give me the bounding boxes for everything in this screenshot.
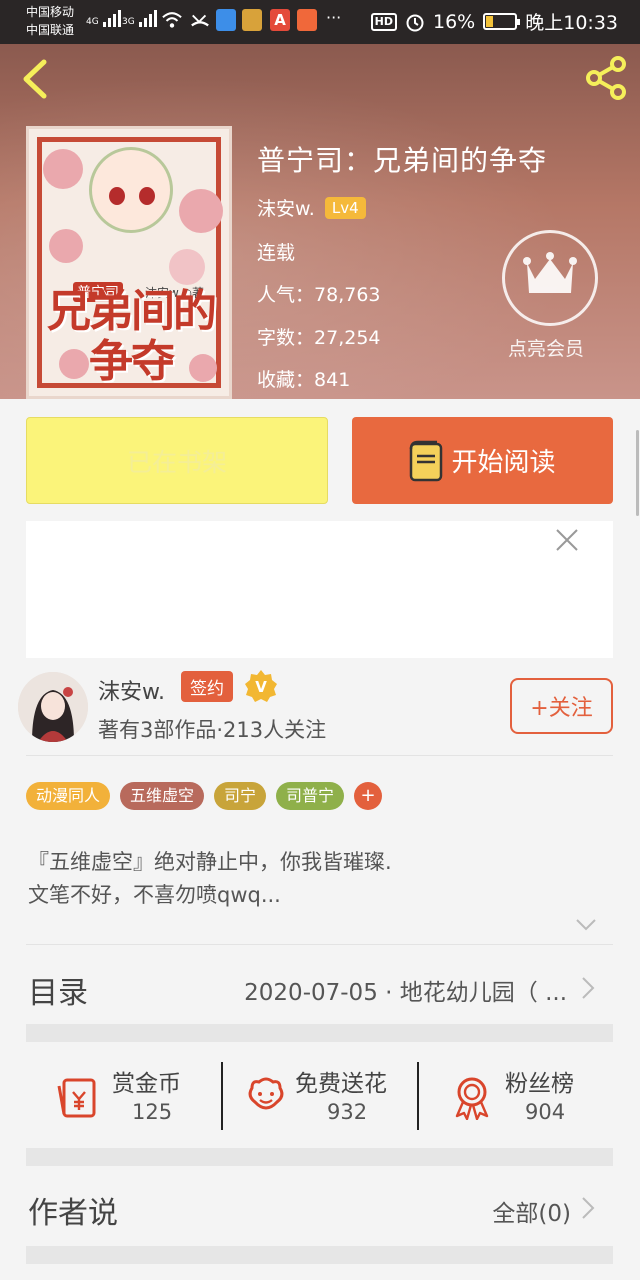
words-label: 字数： [257, 327, 315, 349]
fan-ranking[interactable]: 粉丝榜 904 [419, 1042, 613, 1148]
crown-icon [523, 252, 577, 293]
catalog-row[interactable]: 目录 2020-07-05 · 地花幼儿园（ ... [26, 946, 613, 1026]
section-separator [26, 1024, 613, 1042]
fans-label: 粉丝榜 [505, 1071, 574, 1097]
missed-call-icon [191, 14, 209, 27]
author-says-all: 全部(0) [492, 1201, 571, 1227]
a-app-notification-icon: A [270, 9, 290, 31]
battery-percent: 16% [433, 10, 476, 33]
level-badge: Lv4 [324, 196, 366, 219]
reward-coins[interactable]: 赏金币 125 [26, 1042, 222, 1148]
author-says-row[interactable]: 作者说 全部(0) [26, 1166, 613, 1246]
hd-icon: HD [370, 12, 397, 31]
tag-list: 动漫同人 五维虚空 司宁 司普宁 + [26, 782, 383, 810]
book-intro[interactable]: 『五维虚空』绝对静止中，你我皆璀璨. 文笔不好，不喜勿喷qwq... [28, 846, 392, 912]
book-cover[interactable]: 普宁司 沫安w.◎著 兄弟间的争夺 [26, 126, 232, 399]
popularity-value: 78,763 [314, 284, 381, 306]
favorites: 收藏：841 [257, 365, 350, 392]
author-name[interactable]: 沫安w. [98, 674, 165, 706]
start-reading-label: 开始阅读 [451, 448, 556, 478]
grid-app-notification-icon [297, 9, 317, 31]
flower-label: 免费送花 [295, 1071, 387, 1097]
close-icon[interactable] [554, 527, 580, 553]
author-stats: 著有3部作品·213人关注 [98, 718, 327, 742]
catalog-label: 目录 [28, 976, 88, 1011]
free-flowers[interactable]: 免费送花 932 [223, 1042, 417, 1148]
divider [26, 755, 613, 756]
flower-icon [248, 1077, 284, 1110]
favorites-label: 收藏： [257, 369, 315, 391]
tag-2[interactable]: 司宁 [214, 782, 267, 810]
carrier-labels: 中国移动 中国联通 [26, 3, 74, 39]
reward-value: 125 [132, 1100, 173, 1124]
status-bar: 中国移动 中国联通 4G 3G A ··· HD 16% 晚上10:33 [0, 0, 640, 44]
author-says-label: 作者说 [28, 1196, 118, 1231]
chevron-right-icon [582, 1197, 595, 1219]
verified-badge-letter: V [255, 678, 267, 696]
book-header: 普宁司 沫安w.◎著 兄弟间的争夺 普宁司：兄弟间的争夺 沫安w. Lv4 连载… [0, 44, 640, 399]
popularity-label: 人气： [257, 284, 315, 306]
book-status: 连载 [257, 242, 296, 264]
signal-4g-icon: 4G [86, 10, 121, 27]
net-1-label: 4G [86, 17, 99, 27]
flower-value: 932 [327, 1100, 368, 1124]
author-card: 沫安w. 签约 V 著有3部作品·213人关注 +关注 [0, 660, 640, 756]
reward-label: 赏金币 [112, 1071, 181, 1097]
words-value: 27,254 [314, 327, 381, 349]
book-author[interactable]: 沫安w. [257, 194, 315, 221]
vip-label[interactable]: 点亮会员 [508, 334, 584, 361]
chevron-down-icon[interactable] [575, 918, 597, 932]
scrollbar[interactable] [636, 430, 639, 516]
signal-3g-icon: 3G [122, 10, 157, 27]
app-notification-icon [216, 9, 236, 31]
red-envelope-icon [57, 1078, 96, 1118]
cover-title: 兄弟间的争夺 [47, 286, 217, 387]
verified-badge-icon: V [243, 668, 279, 704]
chevron-right-icon [582, 977, 595, 999]
carrier-2: 中国联通 [26, 23, 75, 37]
fans-value: 904 [525, 1100, 566, 1124]
battery-icon [483, 13, 521, 30]
tag-1[interactable]: 五维虚空 [120, 782, 205, 810]
tag-0[interactable]: 动漫同人 [26, 782, 111, 810]
net-2-label: 3G [122, 17, 135, 27]
vip-button[interactable] [502, 230, 598, 326]
latest-chapter: 2020-07-05 · 地花幼儿园（ ... [244, 980, 567, 1006]
favorites-value: 841 [314, 369, 351, 391]
book-title: 普宁司：兄弟间的争夺 [257, 144, 548, 177]
wifi-icon [162, 12, 182, 28]
in-shelf-button[interactable]: 已在书架 [26, 417, 328, 504]
avatar[interactable] [18, 672, 88, 742]
signed-badge: 签约 [181, 671, 233, 702]
tag-3[interactable]: 司普宁 [276, 782, 345, 810]
follow-button[interactable]: +关注 [510, 678, 613, 734]
word-count: 字数：27,254 [257, 323, 381, 350]
medal-icon [455, 1077, 489, 1120]
back-icon[interactable] [18, 58, 52, 100]
divider [26, 944, 613, 945]
clock: 晚上10:33 [525, 12, 618, 34]
book-icon [410, 440, 443, 481]
popularity: 人气：78,763 [257, 280, 381, 307]
add-tag-button[interactable]: + [354, 782, 383, 810]
section-separator [26, 1246, 613, 1264]
start-reading-button[interactable]: 开始阅读 [352, 417, 613, 504]
intro-line-1: 『五维虚空』绝对静止中，你我皆璀璨. [28, 850, 392, 874]
section-separator [26, 1148, 613, 1166]
stats-row: 赏金币 125 免费送花 932 粉丝榜 904 [26, 1042, 613, 1148]
share-icon[interactable] [582, 54, 630, 102]
more-notifications-icon: ··· [326, 8, 342, 27]
alarm-icon [406, 14, 424, 31]
carrier-1: 中国移动 [26, 5, 75, 19]
intro-line-2: 文笔不好，不喜勿喷qwq... [28, 883, 281, 907]
ad-area [26, 521, 613, 658]
author-line: 沫安w. Lv4 [257, 194, 366, 221]
game-notification-icon [242, 9, 262, 31]
